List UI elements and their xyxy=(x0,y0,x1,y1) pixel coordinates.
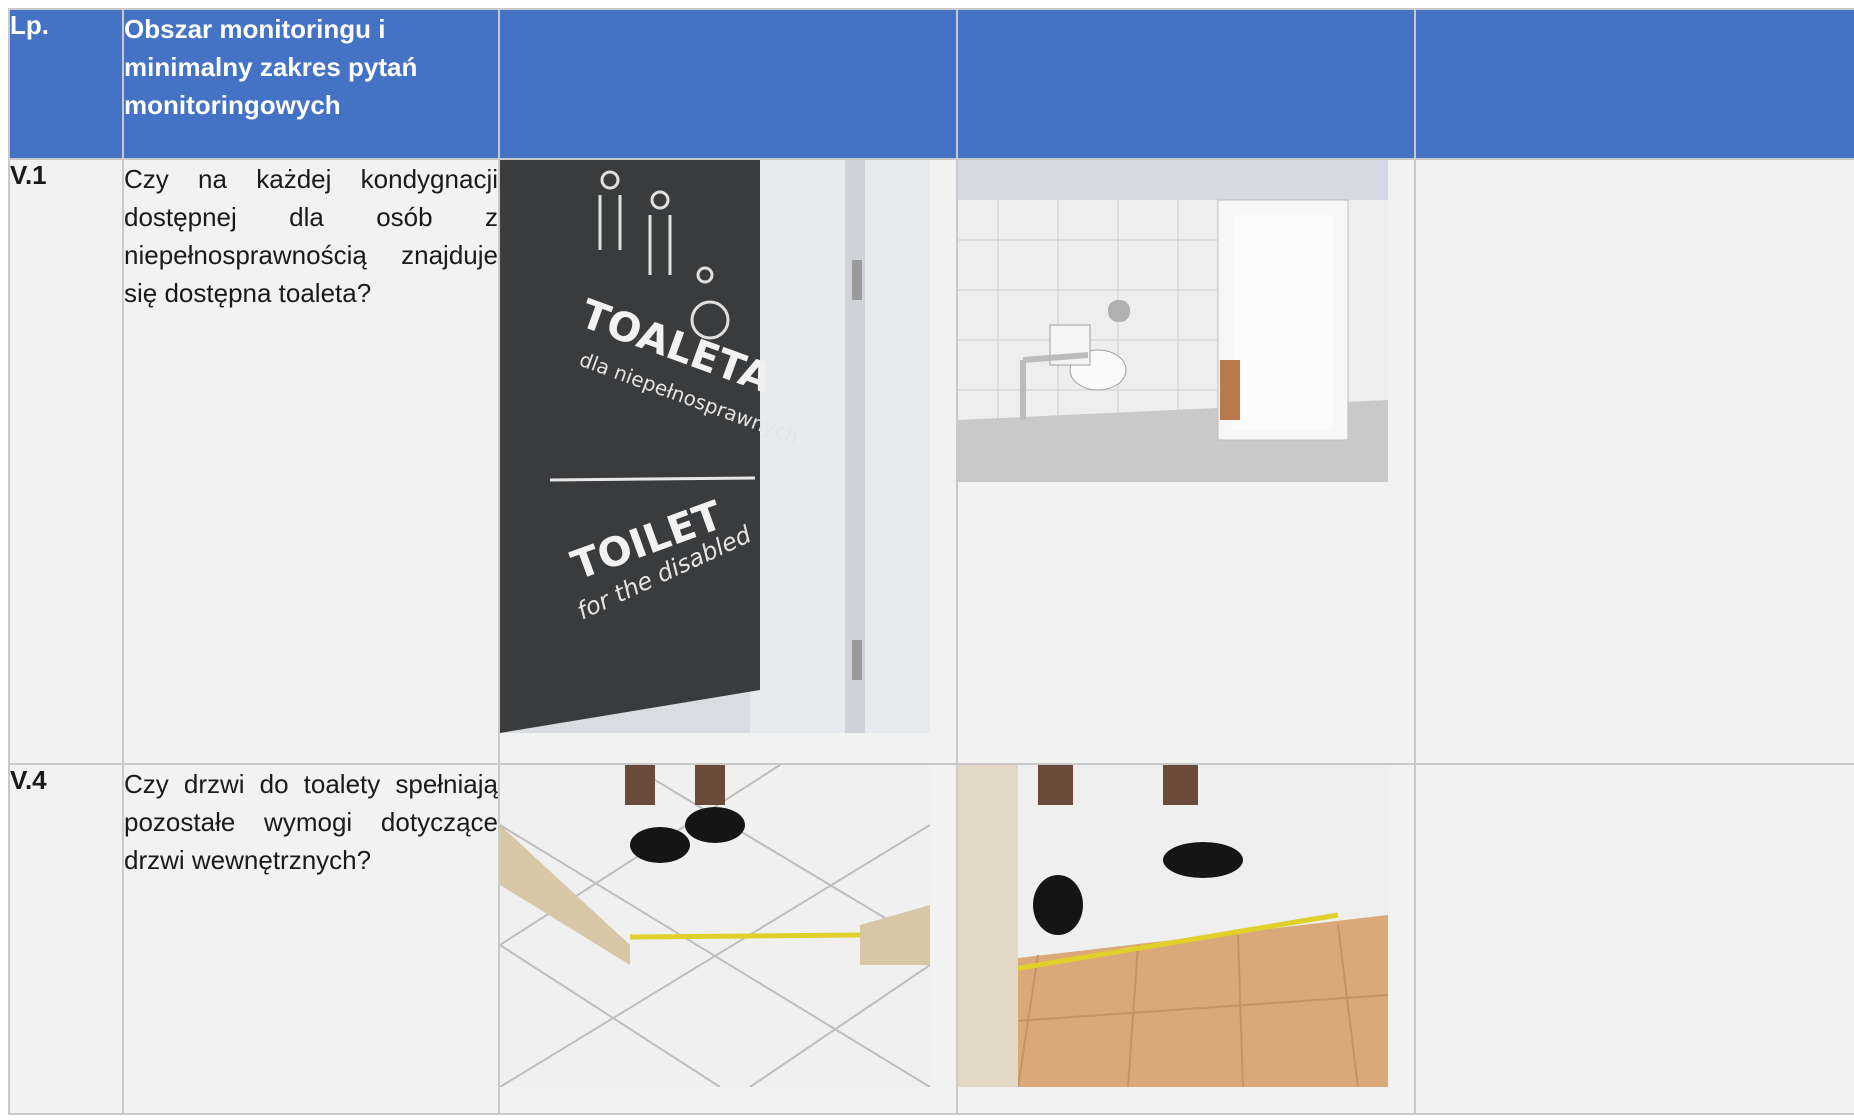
table-row: V.4 Czy drzwi do toalety spełniają pozos… xyxy=(8,763,1854,1115)
row-question: Czy drzwi do toalety spełniają pozostałe… xyxy=(122,763,500,1115)
monitoring-table: Lp. Obszar monitoringu i minimalny zakre… xyxy=(8,8,1854,1115)
header-area: Obszar monitoringu i minimalny zakres py… xyxy=(122,8,500,160)
photo-cell xyxy=(498,763,958,1115)
empty-cell xyxy=(1414,158,1854,765)
door-threshold-measurement-photo xyxy=(958,765,1388,1087)
row-number: V.1 xyxy=(8,158,124,765)
row-question: Czy na każdej kondygnacji dostępnej dla … xyxy=(122,158,500,765)
row-number: V.4 xyxy=(8,763,124,1115)
header-lp: Lp. xyxy=(8,8,124,160)
toilet-sign-photo: TOALETA dla niepełnosprawnych TOILET for… xyxy=(500,160,930,733)
table-row: V.1 Czy na każdej kondygnacji dostępnej … xyxy=(8,158,1854,765)
accessible-toilet-room-photo xyxy=(958,160,1388,482)
empty-cell xyxy=(1414,763,1854,1115)
door-width-measurement-photo xyxy=(500,765,930,1087)
header-col5 xyxy=(1414,8,1854,160)
header-col4 xyxy=(956,8,1416,160)
header-col3 xyxy=(498,8,958,160)
photo-cell: TOALETA dla niepełnosprawnych TOILET for… xyxy=(498,158,958,765)
photo-cell xyxy=(956,158,1416,765)
photo-cell xyxy=(956,763,1416,1115)
header-row: Lp. Obszar monitoringu i minimalny zakre… xyxy=(8,8,1854,160)
